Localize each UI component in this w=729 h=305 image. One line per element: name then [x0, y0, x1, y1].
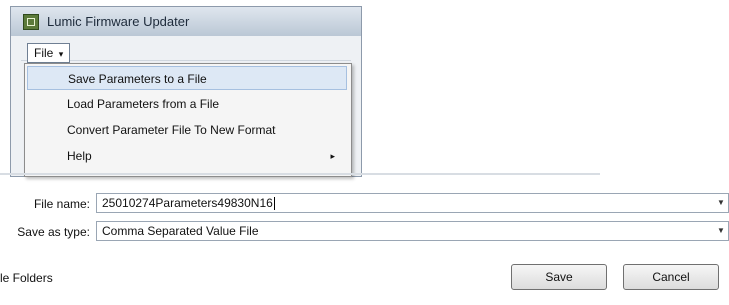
chevron-right-icon: ▸: [330, 151, 335, 161]
chevron-down-icon: ▾: [58, 49, 64, 59]
menu-file-label: File: [34, 46, 54, 60]
menu-file[interactable]: File ▾: [27, 43, 71, 63]
save-button[interactable]: Save: [511, 264, 607, 290]
menu-item-label: Convert Parameter File To New Format: [67, 123, 276, 137]
save-as-type-value: Comma Separated Value File: [102, 224, 259, 238]
menu-item-label: Save Parameters to a File: [68, 72, 207, 86]
file-name-input[interactable]: 25010274Parameters49830N16 ▼: [96, 193, 729, 213]
window-titlebar: Lumic Firmware Updater: [10, 6, 362, 37]
save-as-type-select[interactable]: Comma Separated Value File ▼: [96, 221, 729, 241]
file-name-value: 25010274Parameters49830N16: [102, 196, 273, 210]
text-cursor: [273, 197, 275, 211]
window-title: Lumic Firmware Updater: [47, 14, 190, 29]
app-icon: [23, 14, 39, 30]
cancel-button[interactable]: Cancel: [623, 264, 719, 290]
menu-item-label: Help: [67, 149, 92, 163]
menu-item-label: Load Parameters from a File: [67, 97, 220, 111]
dropdown-arrow-icon[interactable]: ▼: [714, 194, 728, 212]
dropdown-arrow-icon[interactable]: ▼: [714, 222, 728, 240]
menu-item-convert-parameter-file[interactable]: Convert Parameter File To New Format: [27, 118, 347, 142]
file-dropdown-menu: Save Parameters to a File Load Parameter…: [24, 63, 352, 177]
menu-item-help[interactable]: Help ▸: [27, 144, 347, 168]
hide-folders-toggle[interactable]: le Folders: [0, 271, 53, 285]
menu-item-load-parameters[interactable]: Load Parameters from a File: [27, 92, 347, 116]
menu-item-save-parameters[interactable]: Save Parameters to a File: [27, 66, 347, 90]
save-as-type-label: Save as type:: [17, 225, 90, 239]
divider: [0, 173, 600, 175]
menubar: File ▾: [21, 40, 351, 63]
file-name-label: File name:: [33, 197, 90, 211]
